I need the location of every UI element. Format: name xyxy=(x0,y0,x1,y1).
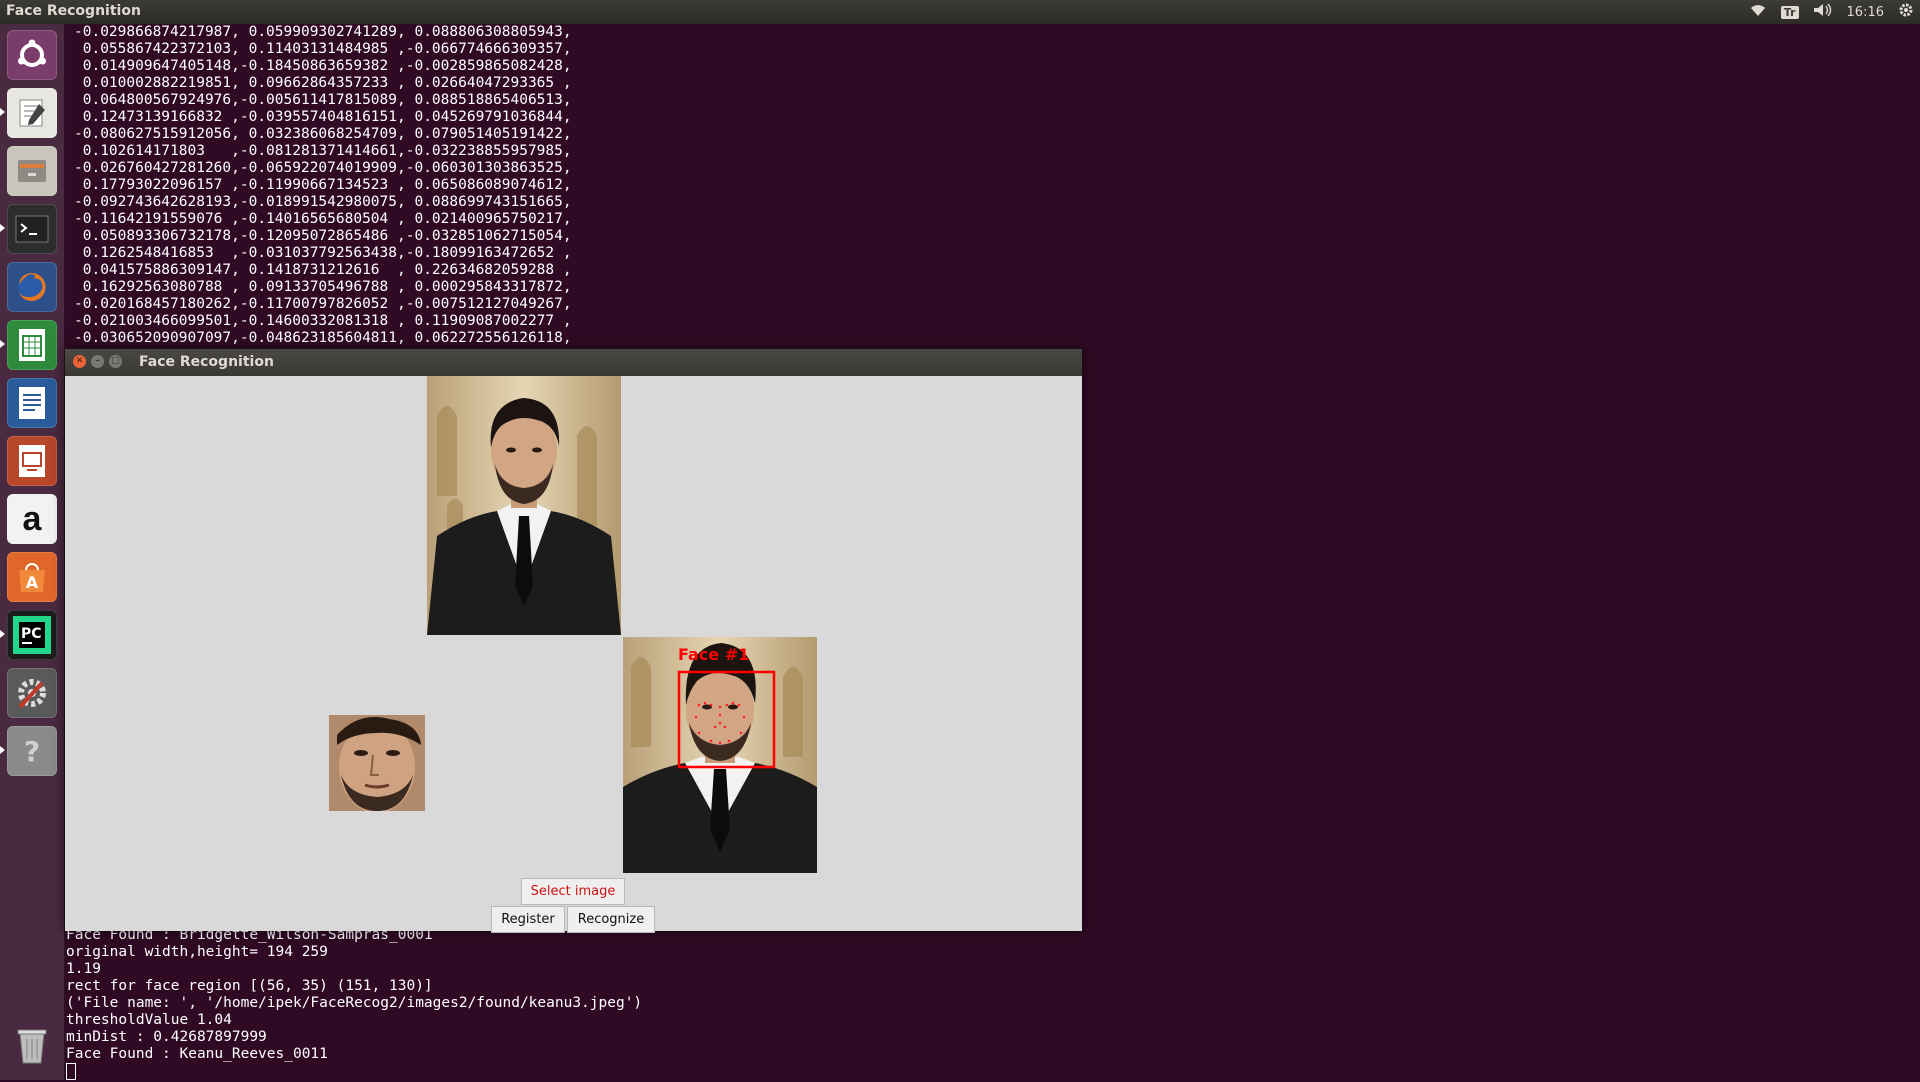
running-indicator xyxy=(0,108,5,116)
terminal-line: Face Found : Keanu_Reeves_0011 xyxy=(66,1046,328,1062)
terminal-icon[interactable] xyxy=(7,204,57,254)
terminal-cursor[interactable] xyxy=(66,1063,76,1080)
window-client-area: Face #1 Select image Register Recognize xyxy=(65,376,1082,933)
active-app-title: Face Recognition xyxy=(6,3,141,19)
close-icon[interactable]: ✕ xyxy=(73,355,86,368)
terminal-line: 0.014909647405148,-0.18450863659382 ,-0.… xyxy=(74,58,572,74)
system-settings-icon[interactable] xyxy=(7,668,57,718)
terminal-line: -0.021003466099501,-0.14600332081318 , 0… xyxy=(74,313,572,329)
trash-icon[interactable] xyxy=(7,1020,57,1070)
terminal-line: 0.1262548416853 ,-0.031037792563438,-0.1… xyxy=(74,245,572,261)
terminal-line: 0.16292563080788 , 0.09133705496788 , 0.… xyxy=(74,279,572,295)
running-indicator xyxy=(0,630,5,638)
terminal-line: 0.041575886309147, 0.1418731212616 , 0.2… xyxy=(74,262,572,278)
matched-image: Face #1 xyxy=(623,637,817,873)
terminal-output-top: -0.029866874217987, 0.059909302741289, 0… xyxy=(74,24,572,347)
help-icon[interactable]: ? xyxy=(7,726,57,776)
minimize-icon[interactable]: – xyxy=(91,355,104,368)
terminal-line: 0.064800567924976,-0.005611417815089, 0.… xyxy=(74,92,572,108)
register-button[interactable]: Register xyxy=(491,906,565,933)
selected-image xyxy=(427,376,621,635)
software-center-icon[interactable]: A xyxy=(7,552,57,602)
terminal-line: rect for face region [(56, 35) (151, 130… xyxy=(66,978,433,994)
face-recognition-window: ✕ – □ Face Recognition Face #1 Select im… xyxy=(65,349,1082,933)
window-titlebar[interactable]: ✕ – □ Face Recognition xyxy=(65,349,1082,376)
maximize-icon[interactable]: □ xyxy=(109,355,122,368)
terminal-line: 0.010002882219851, 0.09662864357233 , 0.… xyxy=(74,75,572,91)
recognize-button[interactable]: Recognize xyxy=(567,906,655,933)
text-editor-icon[interactable] xyxy=(7,88,57,138)
calc-spreadsheet-icon[interactable] xyxy=(7,320,57,370)
system-tray: Tr 16:16 xyxy=(1749,2,1914,22)
wifi-icon[interactable] xyxy=(1749,3,1767,21)
files-icon[interactable] xyxy=(7,146,57,196)
gear-icon[interactable] xyxy=(1898,2,1914,22)
terminal-line: minDist : 0.42687897999 xyxy=(66,1029,267,1045)
top-panel: Face Recognition Tr 16:16 xyxy=(0,0,1920,24)
running-indicator xyxy=(0,224,5,232)
terminal-line: ('File name: ', '/home/ipek/FaceRecog2/i… xyxy=(66,995,643,1011)
window-title: Face Recognition xyxy=(139,354,274,370)
cropped-face-image xyxy=(329,715,425,811)
terminal-line: 0.050893306732178,-0.12095072865486 ,-0.… xyxy=(74,228,572,244)
terminal-line: -0.029866874217987, 0.059909302741289, 0… xyxy=(74,24,572,40)
terminal-line: -0.092743642628193,-0.018991542980075, 0… xyxy=(74,194,572,210)
face-label: Face #1 xyxy=(678,645,750,664)
terminal-line: 0.102614171803 ,-0.081281371414661,-0.03… xyxy=(74,143,572,159)
svg-text:PC: PC xyxy=(21,626,42,642)
terminal-line: 0.17793022096157 ,-0.11990667134523 , 0.… xyxy=(74,177,572,193)
firefox-icon[interactable] xyxy=(7,262,57,312)
ubuntu-dash-icon[interactable] xyxy=(7,30,57,80)
terminal-line: thresholdValue 1.04 xyxy=(66,1012,232,1028)
launcher: a A PC ? xyxy=(0,24,65,1080)
terminal-output-bottom: Face Found : Bridgette_Wilson-Sampras_00… xyxy=(66,927,642,1082)
terminal-line: -0.026760427281260,-0.065922074019909,-0… xyxy=(74,160,572,176)
running-indicator xyxy=(0,746,5,754)
running-indicator xyxy=(0,340,5,348)
terminal-line: -0.030652090907097,-0.048623185604811, 0… xyxy=(74,330,572,346)
terminal-line: 0.055867422372103, 0.11403131484985 ,-0.… xyxy=(74,41,572,57)
select-image-button[interactable]: Select image xyxy=(521,878,625,905)
terminal-line: -0.11642191559076 ,-0.14016565680504 , 0… xyxy=(74,211,572,227)
clock[interactable]: 16:16 xyxy=(1847,5,1884,20)
amazon-icon[interactable]: a xyxy=(7,494,57,544)
volume-icon[interactable] xyxy=(1813,3,1833,21)
terminal-line: -0.020168457180262,-0.11700797826052 ,-0… xyxy=(74,296,572,312)
terminal-line: 0.12473139166832 ,-0.039557404816151, 0.… xyxy=(74,109,572,125)
svg-text:A: A xyxy=(26,573,39,592)
pycharm-icon[interactable]: PC xyxy=(7,610,57,660)
terminal-line: 1.19 xyxy=(66,961,101,977)
impress-presentation-icon[interactable] xyxy=(7,436,57,486)
terminal-line: original width,height= 194 259 xyxy=(66,944,328,960)
writer-document-icon[interactable] xyxy=(7,378,57,428)
terminal-line: -0.080627515912056, 0.032386068254709, 0… xyxy=(74,126,572,142)
keyboard-layout-indicator[interactable]: Tr xyxy=(1780,5,1799,19)
